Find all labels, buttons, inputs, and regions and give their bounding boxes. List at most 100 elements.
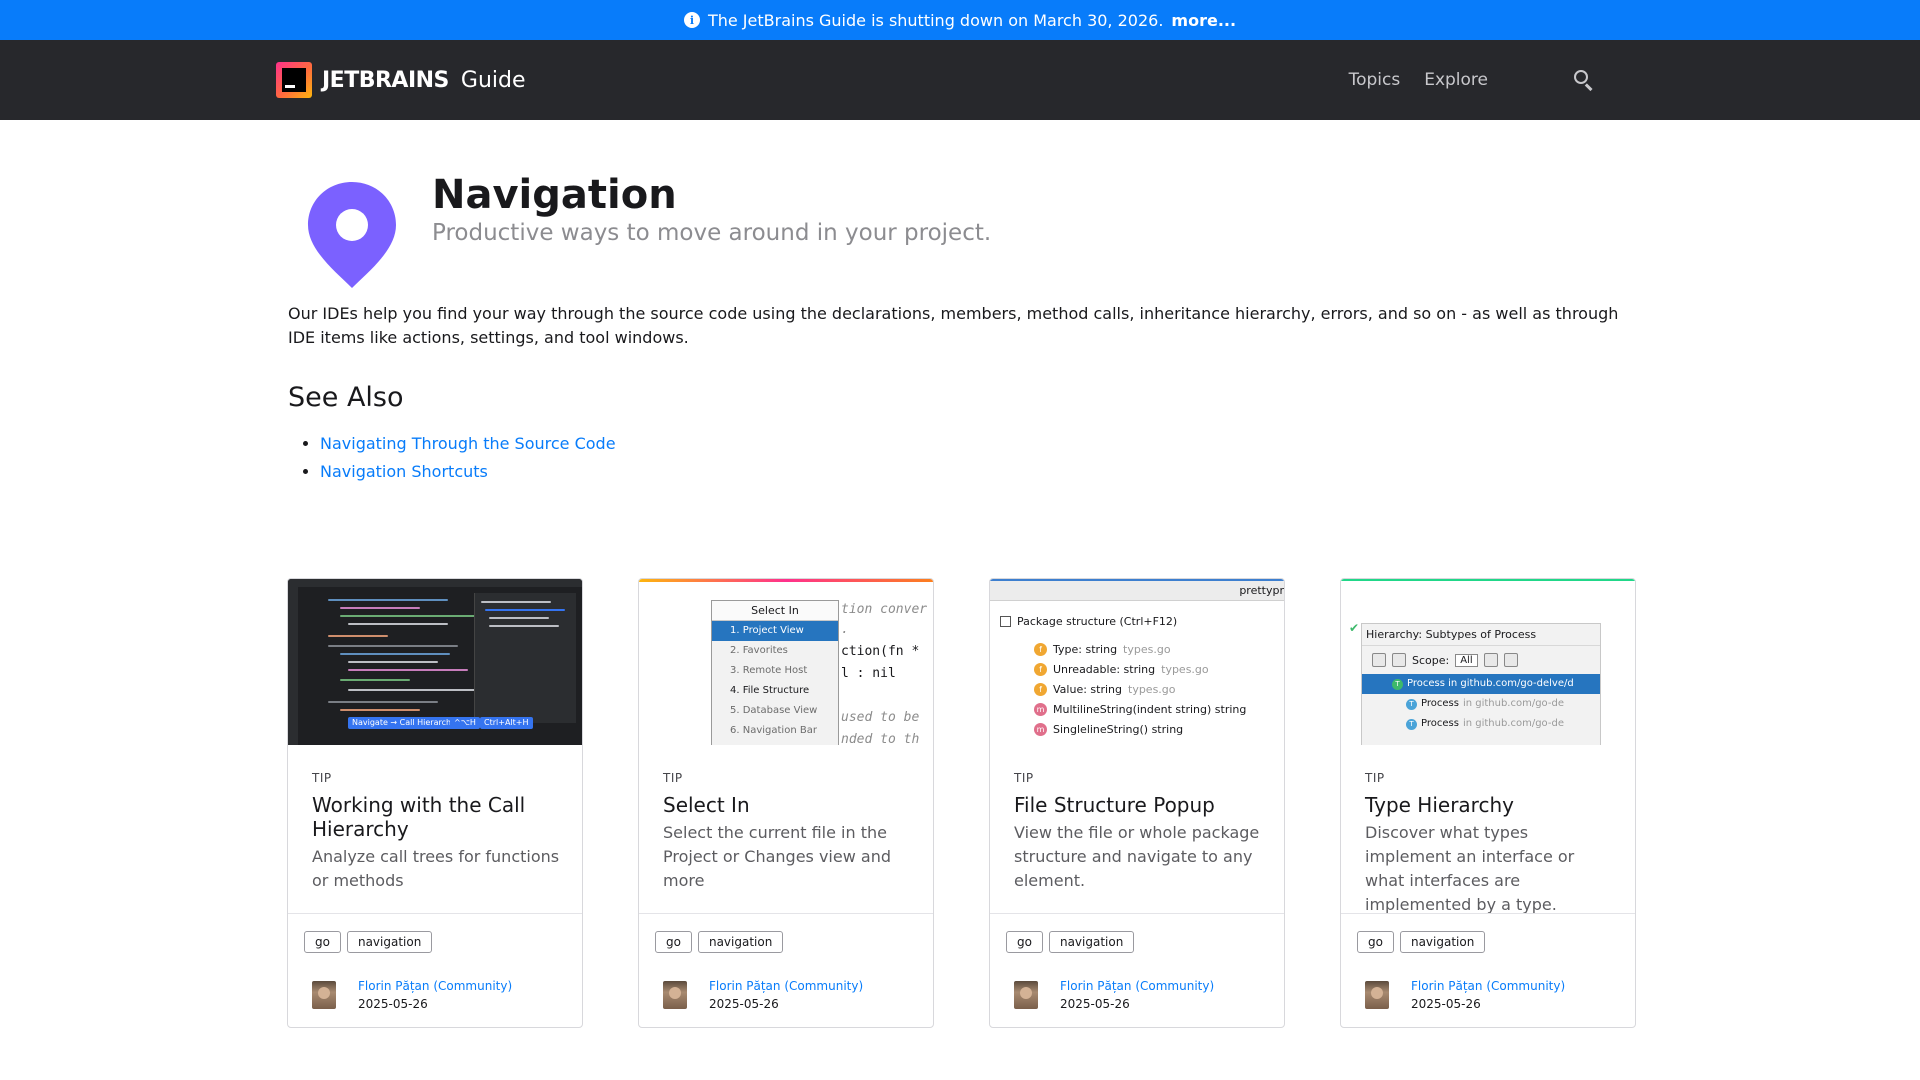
nav-topics[interactable]: Topics: [1349, 70, 1401, 90]
map-pin-icon: [308, 182, 396, 288]
structure-row: m SinglelineString() string: [1034, 723, 1183, 736]
code-snippet: ction(fn *: [841, 644, 920, 659]
card-title[interactable]: Select In: [663, 793, 913, 817]
avatar: [312, 981, 336, 1009]
code-snippet: l : nil: [841, 666, 896, 681]
supertypes-icon: [1392, 653, 1406, 667]
see-also-link-shortcuts[interactable]: Navigation Shortcuts: [320, 462, 488, 481]
hierarchy-child-row: T Process in github.com/go-de: [1362, 694, 1600, 714]
code-snippet: .: [841, 622, 849, 637]
row-name: Unreadable: string: [1053, 663, 1156, 676]
see-also-link-source-code[interactable]: Navigating Through the Source Code: [320, 434, 616, 453]
type-icon: T: [1406, 698, 1417, 710]
author-link[interactable]: Florin Pățan (Community): [709, 977, 863, 995]
card-tags: go navigation: [1357, 931, 1486, 953]
method-icon: m: [1034, 703, 1047, 716]
structure-row: m MultilineString(indent string) string: [1034, 703, 1246, 716]
author-link[interactable]: Florin Pățan (Community): [1060, 977, 1214, 995]
tag-go[interactable]: go: [1006, 931, 1043, 953]
row-location: in github.com/go-de: [1462, 718, 1564, 729]
avatar: [1365, 981, 1389, 1009]
tag-go[interactable]: go: [655, 931, 692, 953]
row-type: types.go: [1161, 663, 1209, 676]
tag-navigation[interactable]: navigation: [1048, 931, 1135, 953]
tip-card-call-hierarchy[interactable]: Navigate → Call Hierarchy ^⌥H Ctrl+Alt+H…: [287, 578, 583, 1028]
jetbrains-logo-icon: [276, 62, 312, 98]
hierarchy-panel: [474, 593, 576, 723]
logo-text: JETBRAINS: [322, 67, 449, 93]
row-location: in github.com/go-de: [1462, 698, 1564, 709]
tag-go[interactable]: go: [304, 931, 341, 953]
popup-item: 3. Remote Host: [730, 665, 808, 676]
logo-guide-text: Guide: [460, 67, 526, 93]
card-description: View the file or whole package structure…: [1014, 823, 1260, 890]
card-title[interactable]: Working with the Call Hierarchy: [312, 793, 562, 841]
checkbox-icon: [1000, 616, 1011, 627]
main-nav: Topics Explore: [1349, 70, 1488, 90]
row-type: types.go: [1128, 683, 1176, 696]
avatar: [1014, 981, 1038, 1009]
card-screenshot: tion conver . ction(fn * l : nil used to…: [639, 579, 933, 745]
publish-date: 2025-05-26: [1060, 997, 1130, 1011]
card-description: Analyze call trees for functions or meth…: [312, 847, 560, 890]
hierarchy-toolbar: Scope: All: [1362, 646, 1600, 674]
site-header: JETBRAINS Guide Topics Explore: [0, 40, 1920, 120]
author-link[interactable]: Florin Pățan (Community): [1411, 977, 1565, 995]
tag-navigation[interactable]: navigation: [1399, 931, 1486, 953]
card-kind: TIP: [1365, 771, 1385, 785]
method-icon: m: [1034, 723, 1047, 736]
popup-item: 4. File Structure: [730, 685, 810, 696]
tag-go[interactable]: go: [1357, 931, 1394, 953]
card-tags: go navigation: [1006, 931, 1135, 953]
shortcut-badge: ^⌥H: [450, 717, 480, 729]
publish-date: 2025-05-26: [358, 997, 428, 1011]
tag-navigation[interactable]: navigation: [346, 931, 433, 953]
structure-row: f Type: string types.go: [1034, 643, 1171, 656]
card-author: Florin Pățan (Community) 2025-05-26: [1014, 977, 1214, 1013]
hierarchy-header: Hierarchy: Subtypes of Process: [1362, 624, 1600, 646]
card-tags: go navigation: [655, 931, 784, 953]
search-icon[interactable]: [1574, 70, 1594, 91]
row-name: MultilineString(indent string) string: [1053, 703, 1247, 716]
card-kind: TIP: [663, 771, 683, 785]
banner-more-link[interactable]: more...: [1171, 11, 1236, 30]
list-item: Navigating Through the Source Code: [320, 430, 616, 458]
popup-item: 1. Project View: [712, 621, 838, 641]
page-subtitle: Productive ways to move around in your p…: [432, 220, 992, 246]
tip-card-file-structure[interactable]: prettypr Package structure (Ctrl+F12) f …: [989, 578, 1285, 1028]
card-title[interactable]: Type Hierarchy: [1365, 793, 1615, 817]
card-kind: TIP: [1014, 771, 1034, 785]
banner-text: The JetBrains Guide is shutting down on …: [707, 10, 1164, 30]
structure-header: Package structure (Ctrl+F12): [1000, 615, 1177, 628]
topic-intro: Our IDEs help you find your way through …: [288, 304, 1619, 347]
card-author: Florin Pățan (Community) 2025-05-26: [1365, 977, 1565, 1013]
nav-explore[interactable]: Explore: [1424, 70, 1488, 90]
scope-select: All: [1455, 653, 1478, 667]
tip-card-select-in[interactable]: tion conver . ction(fn * l : nil used to…: [638, 578, 934, 1028]
row-name: Type: string: [1053, 643, 1118, 656]
popup-item: 5. Database View: [730, 705, 818, 716]
code-snippet: used to be: [841, 710, 920, 725]
structure-row: f Unreadable: string types.go: [1034, 663, 1209, 676]
card-author: Florin Pățan (Community) 2025-05-26: [663, 977, 863, 1013]
type-icon: T: [1406, 718, 1417, 730]
row-type: types.go: [1123, 643, 1171, 656]
hierarchy-root-row: T Process in github.com/go-delve/d: [1362, 674, 1600, 694]
card-title[interactable]: File Structure Popup: [1014, 793, 1264, 817]
author-link[interactable]: Florin Pățan (Community): [358, 977, 512, 995]
tip-card-type-hierarchy[interactable]: ✔ Hierarchy: Subtypes of Process Scope: …: [1340, 578, 1636, 1028]
info-icon: i: [683, 12, 700, 28]
popup-title: Select In: [712, 601, 838, 621]
see-also-heading: See Also: [288, 382, 404, 413]
jetbrains-guide-logo[interactable]: JETBRAINS Guide: [276, 60, 526, 100]
publish-date: 2025-05-26: [1411, 997, 1481, 1011]
check-icon: ✔: [1349, 621, 1360, 635]
popup-item: 2. Favorites: [730, 645, 788, 656]
hierarchy-panel: Hierarchy: Subtypes of Process Scope: Al…: [1361, 623, 1601, 745]
type-icon: T: [1392, 678, 1403, 690]
popup-item: 6. Navigation Bar: [730, 725, 817, 736]
announcement-banner: i The JetBrains Guide is shutting down o…: [0, 0, 1920, 40]
card-description: Discover what types implement an interfa…: [1365, 823, 1575, 914]
structure-row: f Value: string types.go: [1034, 683, 1176, 696]
tag-navigation[interactable]: navigation: [697, 931, 784, 953]
